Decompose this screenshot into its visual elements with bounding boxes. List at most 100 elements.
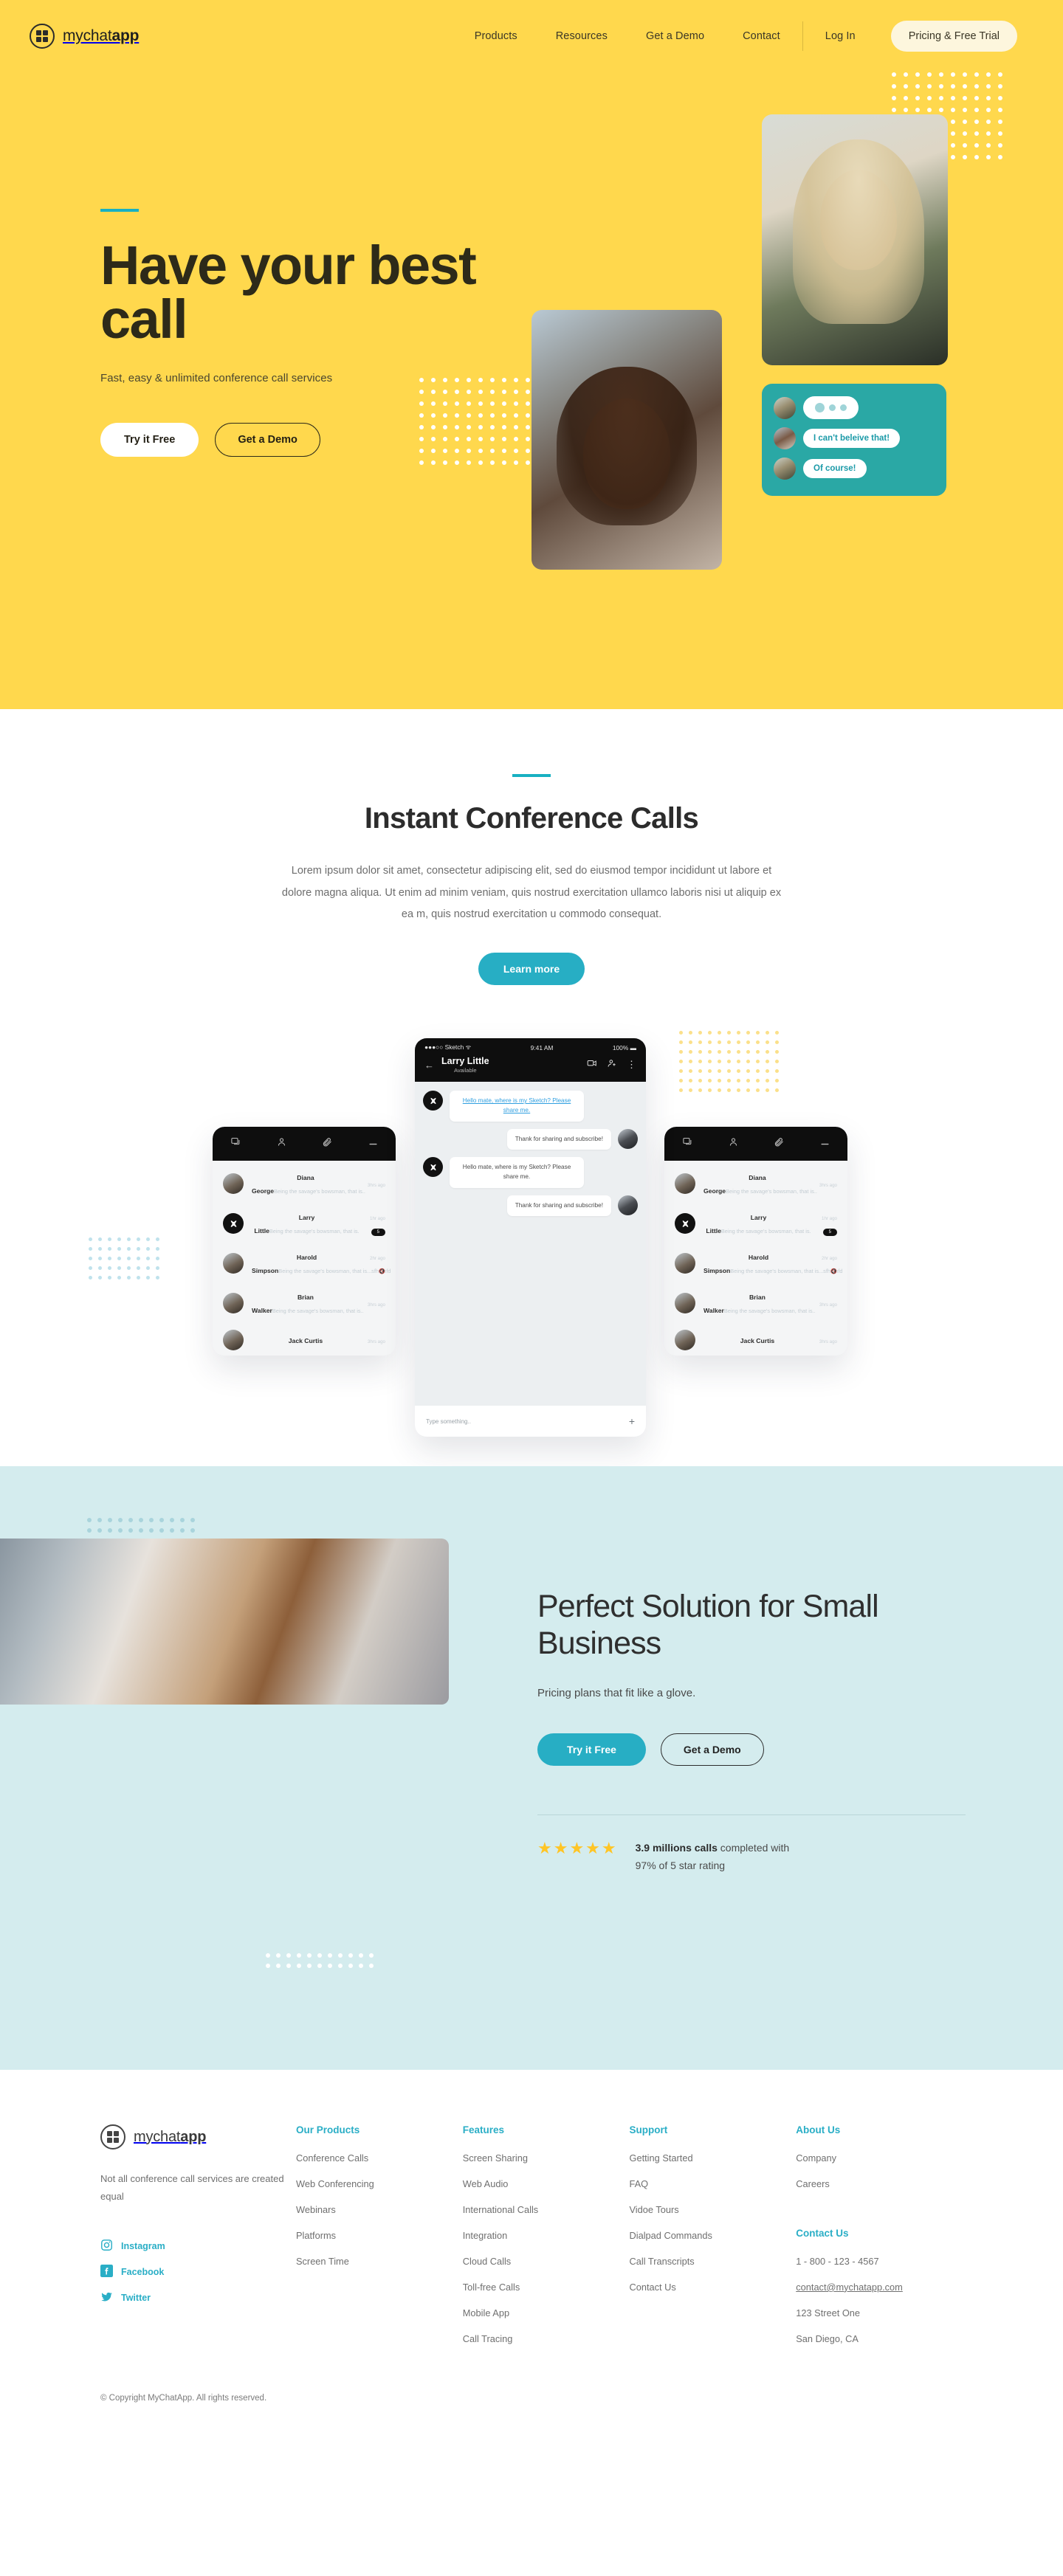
- phone-contacts-right: Diana GeorgeBeing the savage's bowsman, …: [664, 1127, 847, 1356]
- back-arrow-icon[interactable]: ←: [424, 1060, 434, 1071]
- hero-photo-woman-blonde: [762, 114, 948, 365]
- contact-name: Jack Curtis: [740, 1337, 775, 1345]
- message-input-bar[interactable]: Type something.. +: [415, 1405, 646, 1437]
- footer-address-line2: San Diego, CA: [796, 2332, 859, 2344]
- contact-time: 3hrs ago: [367, 1339, 385, 1345]
- unread-badge: 5: [371, 1229, 385, 1237]
- avatar: [223, 1330, 244, 1351]
- nav-item-get-a-demo[interactable]: Get a Demo: [627, 30, 723, 42]
- chat-contact-name: Larry Little: [441, 1056, 489, 1067]
- unread-badge: 5: [822, 1229, 837, 1237]
- footer-link[interactable]: Web Audio: [463, 2178, 630, 2191]
- footer-link[interactable]: Careers: [796, 2178, 963, 2191]
- hero-get-a-demo-button[interactable]: Get a Demo: [215, 422, 320, 457]
- social-label: Instagram: [121, 2240, 165, 2251]
- dot-pattern-business-bottom: [266, 1953, 379, 1974]
- list-item[interactable]: Larry LittleBeing the savage's bowsman, …: [213, 1204, 396, 1243]
- list-item[interactable]: Larry LittleBeing the savage's bowsman, …: [664, 1204, 847, 1243]
- add-person-icon[interactable]: [607, 1058, 617, 1072]
- footer-link[interactable]: Cloud Calls: [463, 2255, 630, 2268]
- list-item[interactable]: Diana GeorgeBeing the savage's bowsman, …: [213, 1164, 396, 1204]
- person-icon[interactable]: [728, 1136, 739, 1151]
- footer-link[interactable]: Integration: [463, 2229, 630, 2242]
- social-link-instagram[interactable]: Instagram: [100, 2239, 296, 2254]
- menu-icon[interactable]: [819, 1137, 830, 1150]
- list-item[interactable]: Jack Curtis 3hrs ago: [213, 1323, 396, 1356]
- chat-message-row: Hello mate, where is my Sketch? Please s…: [423, 1157, 638, 1188]
- footer-link[interactable]: FAQ: [630, 2178, 797, 2191]
- avatar: [675, 1173, 695, 1195]
- rating-stat-rest: completed with: [717, 1841, 790, 1854]
- chat-message-row: Hello mate, where is my Sketch? Please s…: [423, 1091, 638, 1122]
- list-item[interactable]: Harold SimpsonBeing the savage's bowsman…: [213, 1243, 396, 1283]
- footer-link[interactable]: Vidoe Tours: [630, 2203, 797, 2217]
- footer-link[interactable]: Call Tracing: [463, 2332, 630, 2346]
- clock-label: 9:41 AM: [530, 1043, 554, 1052]
- footer-link[interactable]: Company: [796, 2152, 963, 2165]
- attachment-icon[interactable]: [774, 1136, 785, 1151]
- brand-logo[interactable]: mychatapp: [30, 24, 139, 49]
- avatar: [223, 1293, 244, 1314]
- footer-column-features: Features Screen Sharing Web Audio Intern…: [463, 2124, 630, 2358]
- hero-artwork: I can't beleive that! Of course!: [419, 72, 1002, 620]
- list-item[interactable]: Brian WalkerBeing the savage's bowsman, …: [664, 1283, 847, 1323]
- footer-link[interactable]: Contact Us: [630, 2281, 797, 2294]
- video-call-icon[interactable]: [587, 1058, 597, 1072]
- hero-try-it-free-button[interactable]: Try it Free: [100, 422, 199, 457]
- nav-item-login[interactable]: Log In: [806, 30, 875, 42]
- avatar: [774, 427, 796, 449]
- nav-item-contact[interactable]: Contact: [723, 30, 799, 42]
- contact-time: 2hr ago: [370, 1256, 385, 1262]
- footer-address-line1: 123 Street One: [796, 2307, 861, 2318]
- more-options-icon[interactable]: ⋮: [627, 1060, 636, 1069]
- footer-email[interactable]: contact@mychatapp.com: [796, 2281, 963, 2294]
- facebook-icon: [100, 2264, 113, 2279]
- hero-photo-woman-curly: [532, 310, 722, 570]
- contact-time: 1hr ago: [822, 1216, 837, 1222]
- footer-link[interactable]: Dialpad Commands: [630, 2229, 797, 2242]
- business-photo: [0, 1539, 449, 1705]
- attachment-icon[interactable]: [322, 1136, 333, 1151]
- contact-time: 3hrs ago: [819, 1183, 837, 1189]
- nav-item-products[interactable]: Products: [455, 30, 537, 42]
- social-link-twitter[interactable]: Twitter: [100, 2290, 296, 2305]
- footer-link[interactable]: Web Conferencing: [296, 2178, 463, 2191]
- list-item[interactable]: Diana GeorgeBeing the savage's bowsman, …: [664, 1164, 847, 1204]
- hero-section: mychatapp Products Resources Get a Demo …: [0, 0, 1063, 709]
- footer-link[interactable]: Getting Started: [630, 2152, 797, 2165]
- learn-more-button[interactable]: Learn more: [478, 953, 585, 986]
- footer-brand-name: mychatapp: [134, 2128, 207, 2145]
- business-get-a-demo-button[interactable]: Get a Demo: [660, 1733, 764, 1766]
- message-input-placeholder[interactable]: Type something..: [426, 1418, 471, 1425]
- footer-brand-logo[interactable]: mychatapp: [100, 2124, 296, 2150]
- footer-link[interactable]: Webinars: [296, 2203, 463, 2217]
- add-attachment-icon[interactable]: +: [629, 1415, 635, 1427]
- list-item[interactable]: Harold SimpsonBeing the savage's bowsman…: [664, 1243, 847, 1283]
- footer-link[interactable]: Toll-free Calls: [463, 2281, 630, 2294]
- footer-link[interactable]: Conference Calls: [296, 2152, 463, 2165]
- business-try-it-free-button[interactable]: Try it Free: [537, 1733, 646, 1766]
- social-link-facebook[interactable]: Facebook: [100, 2264, 296, 2279]
- footer-link[interactable]: Screen Time: [296, 2255, 463, 2268]
- chat-icon[interactable]: [682, 1136, 693, 1151]
- list-item[interactable]: Jack Curtis 3hrs ago: [664, 1323, 847, 1356]
- section-body-text: Lorem ipsum dolor sit amet, consectetur …: [281, 865, 782, 921]
- person-icon[interactable]: [276, 1136, 287, 1151]
- footer-link[interactable]: Mobile App: [463, 2307, 630, 2320]
- footer-link[interactable]: Platforms: [296, 2229, 463, 2242]
- list-item[interactable]: Brian WalkerBeing the savage's bowsman, …: [213, 1283, 396, 1323]
- footer-link[interactable]: International Calls: [463, 2203, 630, 2217]
- avatar: [774, 457, 796, 480]
- hero-heading: Have your best call: [100, 235, 477, 351]
- footer-link[interactable]: Screen Sharing: [463, 2152, 630, 2165]
- chat-messages: Hello mate, where is my Sketch? Please s…: [415, 1082, 646, 1225]
- footer-link[interactable]: Call Transcripts: [630, 2255, 797, 2268]
- chat-icon[interactable]: [230, 1136, 241, 1151]
- pricing-free-trial-button[interactable]: Pricing & Free Trial: [890, 21, 1017, 52]
- footer-column-title-contact: Contact Us: [796, 2227, 849, 2239]
- social-label: Twitter: [121, 2292, 151, 2303]
- chat-message-row: Thank for sharing and subscribe!: [423, 1195, 638, 1217]
- nav-item-resources[interactable]: Resources: [537, 30, 627, 42]
- menu-icon[interactable]: [368, 1137, 379, 1150]
- avatar: [675, 1330, 695, 1351]
